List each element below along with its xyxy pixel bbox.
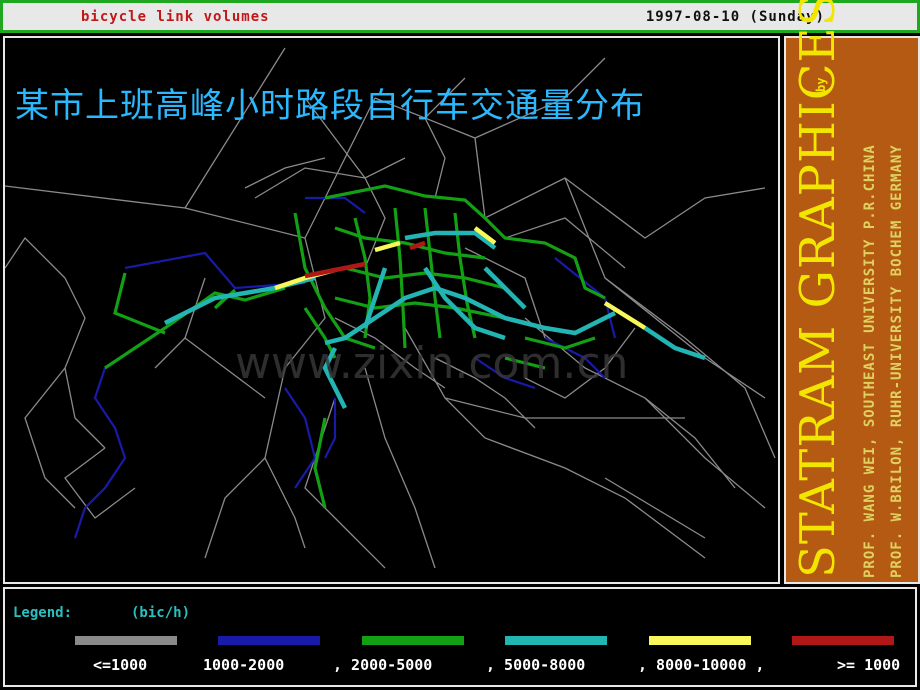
legend-swatch-gray — [75, 636, 177, 645]
legend-swatch-green — [362, 636, 464, 645]
legend: Legend: (bic/h) <=1000 1000-2000 , 2000-… — [3, 587, 917, 687]
map-title: 某市上班高峰小时路段自行车交通量分布 — [15, 86, 645, 126]
legend-swatch-blue — [218, 636, 320, 645]
legend-swatch-cyan — [505, 636, 607, 645]
window-title: bicycle link volumes — [81, 9, 270, 25]
watermark: www.zixin.com.cn — [235, 338, 629, 389]
legend-text-5: , 8000-10000 , — [638, 656, 765, 674]
legend-text-3: , 2000-5000 — [333, 656, 433, 674]
credit-line-2: PROF. W.BRILON, RUHR-UNIVERSITY BOCHEM G… — [889, 144, 905, 578]
legend-text-1: <=1000 — [93, 656, 148, 674]
title-bar: bicycle link volumes 1997-08-10 (Sunday) — [0, 0, 920, 33]
legend-swatch-red — [792, 636, 894, 645]
credits-panel: STATRAM GRAPHICES by PROF. WANG WEI, SOU… — [784, 0, 920, 584]
legend-label: Legend: — [13, 605, 73, 621]
legend-text-4: , 5000-8000 — [486, 656, 586, 674]
legend-text-6: >= 1000 — [837, 656, 901, 674]
network-map: 某市上班高峰小时路段自行车交通量分布 www.zixin.com.cn — [3, 36, 780, 584]
legend-swatch-yellow — [649, 636, 751, 645]
by-label: by — [814, 77, 828, 92]
credit-line-1: PROF. WANG WEI, SOUTHEAST UNIVERSITY P.R… — [862, 144, 878, 578]
legend-text-2: 1000-2000 — [203, 656, 285, 674]
legend-unit: (bic/h) — [131, 605, 191, 621]
